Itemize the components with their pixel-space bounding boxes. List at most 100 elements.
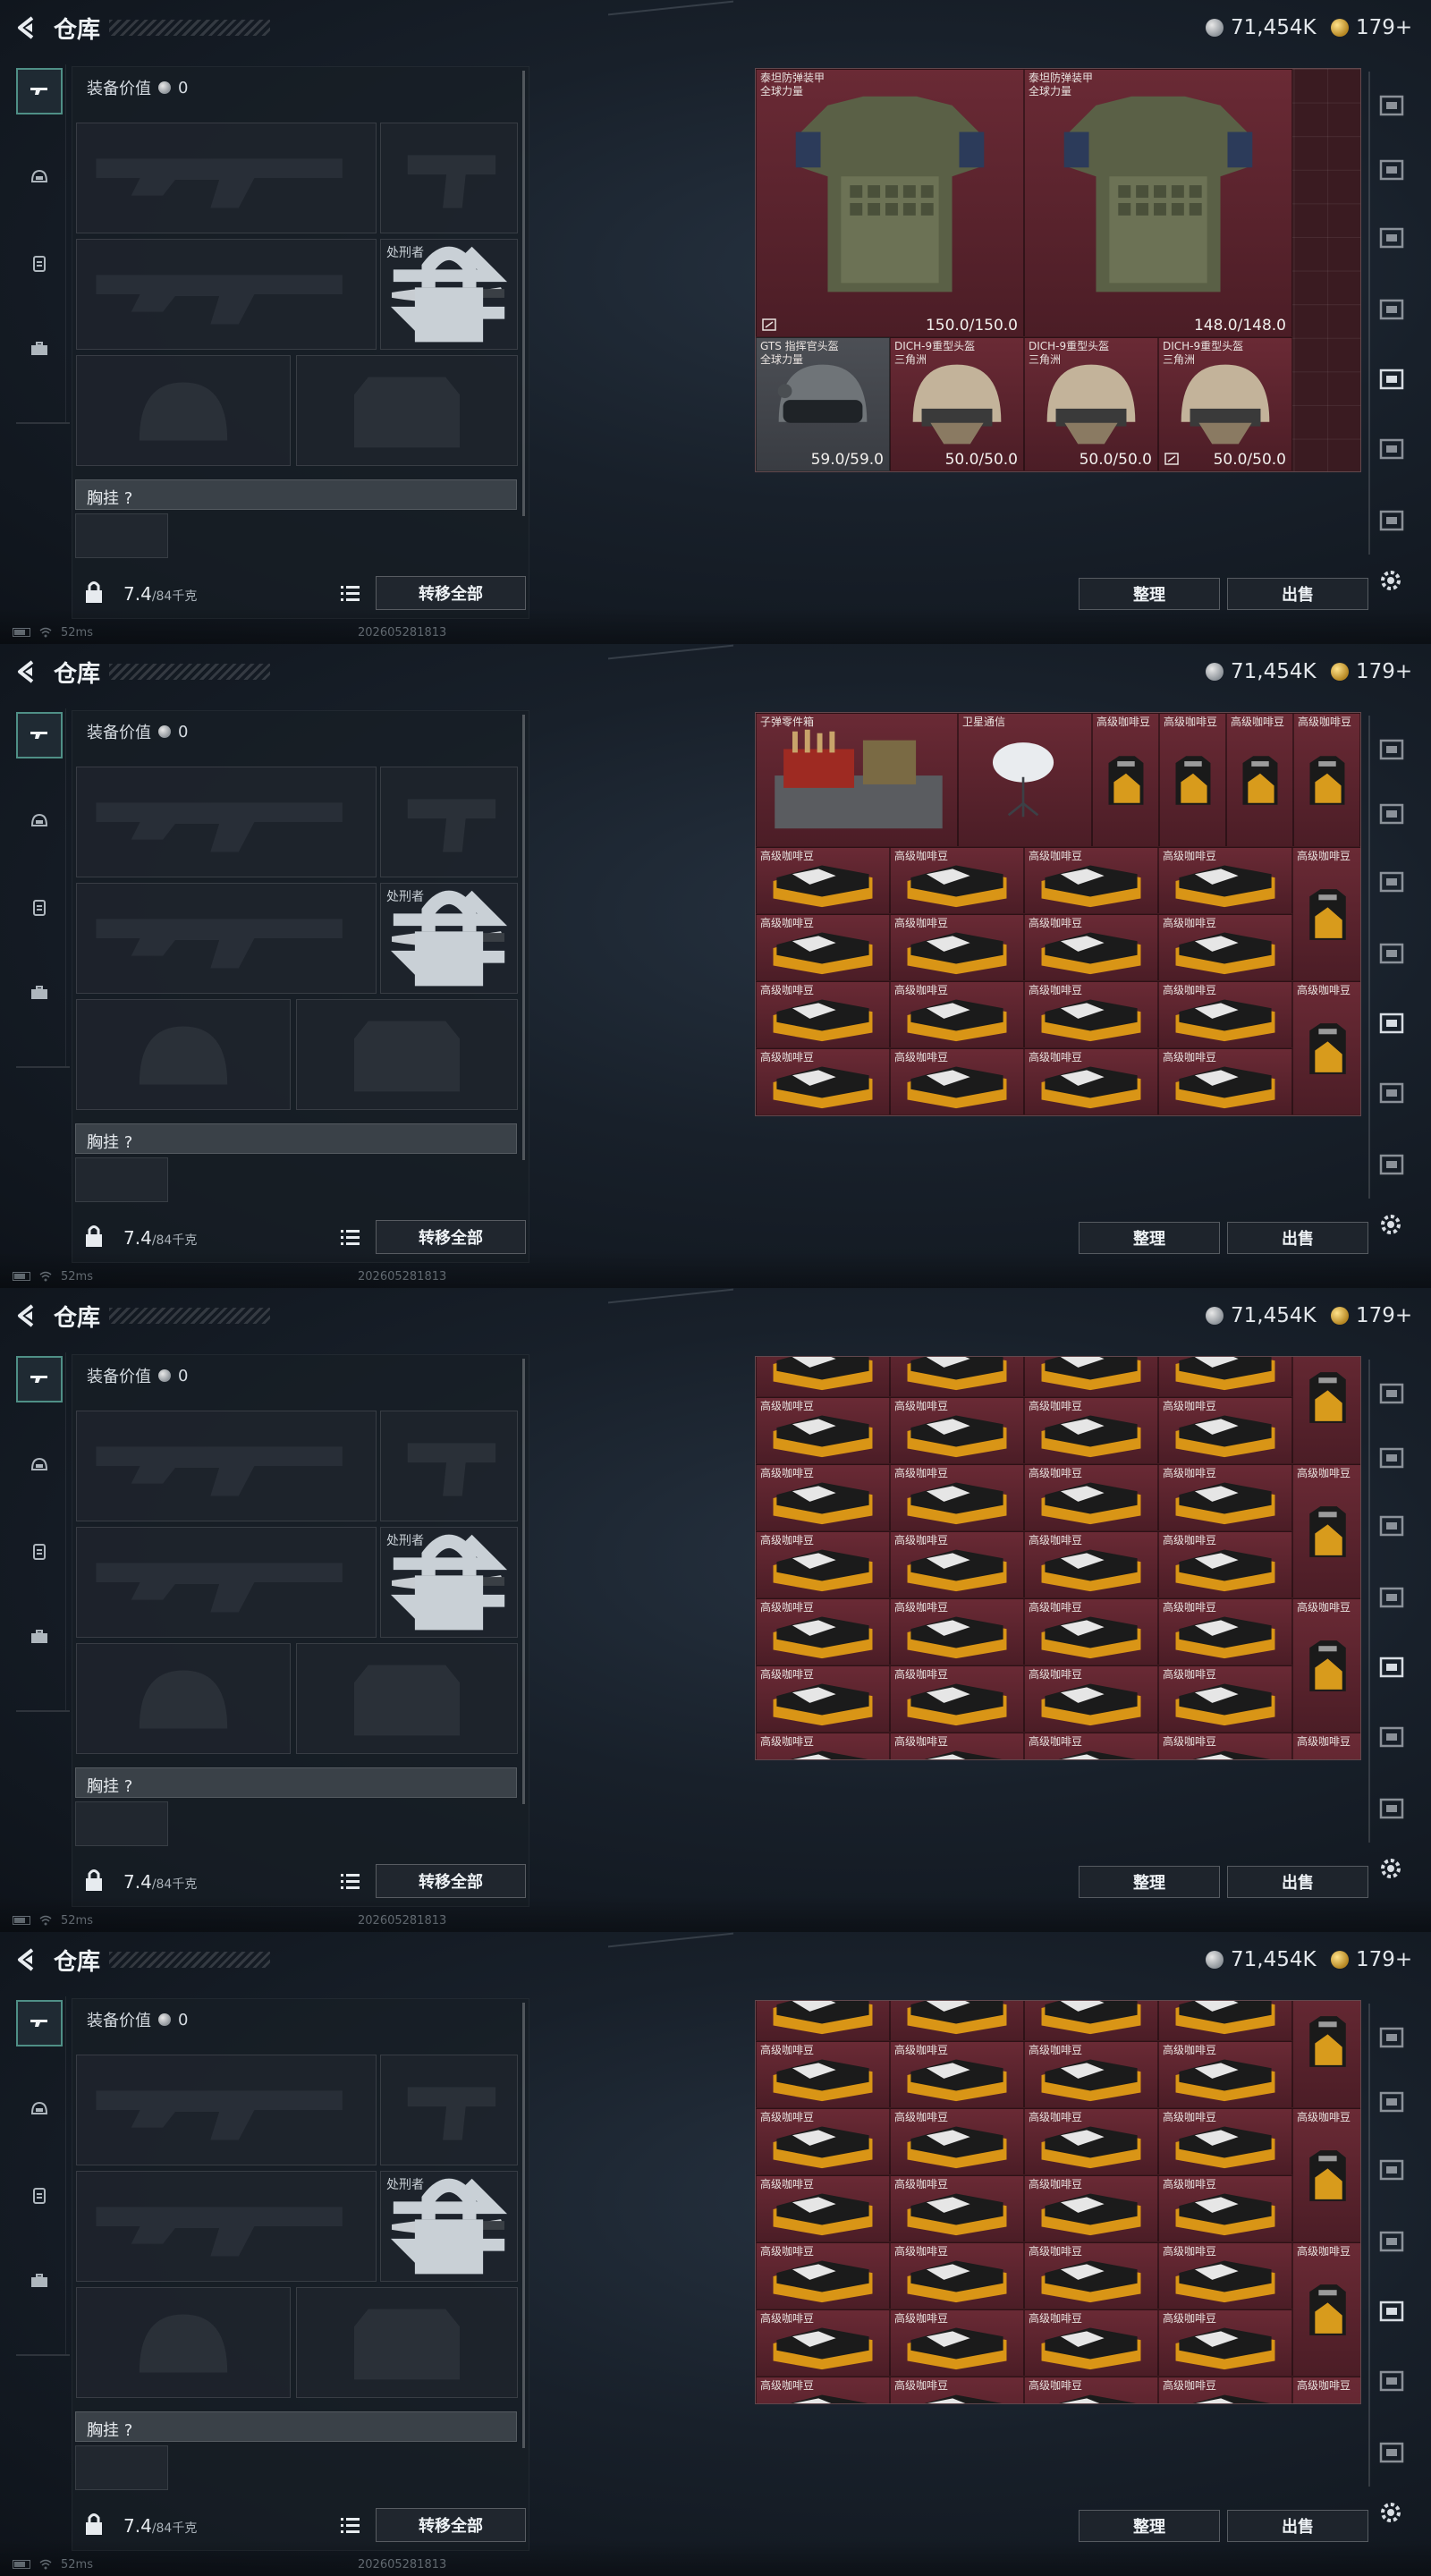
sort-button[interactable]: 整理 xyxy=(1079,1222,1220,1254)
storage-item[interactable]: 高级咖啡豆 xyxy=(890,1733,1024,1759)
storage-item[interactable]: 高级咖啡豆 xyxy=(1024,1464,1158,1531)
equipment-scrollbar[interactable] xyxy=(522,71,525,516)
storage-item[interactable]: 高级咖啡豆 xyxy=(1158,2041,1292,2108)
storage-item[interactable]: 高级咖啡豆 xyxy=(756,2108,890,2175)
sidearm-slot[interactable] xyxy=(380,2055,518,2165)
primary-weapon-slot[interactable] xyxy=(76,2055,377,2165)
helmet-slot[interactable] xyxy=(76,2287,291,2398)
list-icon[interactable] xyxy=(340,1227,361,1247)
tab-rig[interactable] xyxy=(16,240,63,286)
storage-item[interactable]: 高级咖啡豆 xyxy=(1158,1115,1292,1116)
storage-item[interactable]: 泰坦防弹装甲 全球力量 148.0/148.0 xyxy=(1024,69,1292,337)
storage-category-icon[interactable] xyxy=(1376,89,1408,122)
storage-category-icon[interactable] xyxy=(1376,2365,1408,2397)
storage-item[interactable] xyxy=(1024,2001,1158,2041)
tab-rig[interactable] xyxy=(16,884,63,930)
primary-weapon-slot[interactable] xyxy=(76,123,377,233)
storage-category-icon[interactable] xyxy=(1376,1792,1408,1825)
storage-category-icon[interactable] xyxy=(1376,1148,1408,1181)
storage-item[interactable]: 高级咖啡豆 xyxy=(1226,713,1293,847)
storage-item[interactable]: 高级咖啡豆 xyxy=(890,981,1024,1048)
armor-slot[interactable] xyxy=(296,999,518,1110)
storage-category-icon[interactable] xyxy=(1376,937,1408,970)
helmet-slot[interactable] xyxy=(76,1643,291,1754)
list-icon[interactable] xyxy=(340,2515,361,2535)
secondary-weapon-slot[interactable] xyxy=(76,2171,377,2282)
storage-item[interactable]: 高级咖啡豆 xyxy=(1024,1531,1158,1598)
storage-item[interactable]: DICH-9重型头盔 三角洲 50.0/50.0 xyxy=(890,337,1024,471)
sort-button[interactable]: 整理 xyxy=(1079,2510,1220,2542)
storage-category-icon[interactable] xyxy=(1376,1581,1408,1614)
gear-icon[interactable] xyxy=(1377,1211,1404,1238)
storage-item[interactable]: 高级咖啡豆 xyxy=(756,1531,890,1598)
storage-category-icon[interactable] xyxy=(1376,2295,1408,2327)
storage-item[interactable]: 高级咖啡豆 xyxy=(756,1048,890,1115)
storage-item[interactable]: 高级咖啡豆 xyxy=(756,847,890,914)
sell-button[interactable]: 出售 xyxy=(1227,1222,1368,1254)
storage-item[interactable]: 高级咖啡豆 xyxy=(1158,1733,1292,1759)
storage-item[interactable] xyxy=(1292,2001,1360,2108)
tab-armor[interactable] xyxy=(16,2086,63,2132)
storage-item[interactable]: 高级咖啡豆 xyxy=(890,1531,1024,1598)
sort-button[interactable]: 整理 xyxy=(1079,1866,1220,1898)
armor-slot[interactable] xyxy=(296,1643,518,1754)
storage-item[interactable]: 高级咖啡豆 xyxy=(1024,1598,1158,1665)
equipment-scrollbar[interactable] xyxy=(522,715,525,1160)
storage-category-icon[interactable] xyxy=(1376,222,1408,254)
storage-category-icon[interactable] xyxy=(1376,866,1408,898)
secondary-weapon-slot[interactable] xyxy=(76,239,377,350)
storage-item[interactable]: 高级咖啡豆 xyxy=(890,2041,1024,2108)
storage-item[interactable] xyxy=(756,2001,890,2041)
gear-icon[interactable] xyxy=(1377,2499,1404,2526)
storage-item[interactable]: 高级咖啡豆 xyxy=(756,1115,890,1116)
storage-grid[interactable]: 泰坦防弹装甲 全球力量 150.0/150.0 泰坦防弹装甲 全球力量 148.0/148… xyxy=(755,68,1361,472)
storage-item[interactable]: 高级咖啡豆 xyxy=(1158,847,1292,914)
gear-icon[interactable] xyxy=(1377,567,1404,594)
sell-button[interactable]: 出售 xyxy=(1227,1866,1368,1898)
storage-item[interactable]: 高级咖啡豆 xyxy=(890,847,1024,914)
chest-rig-header[interactable]: 胸挂 ? xyxy=(75,479,517,510)
storage-category-icon[interactable] xyxy=(1376,293,1408,326)
storage-category-icon[interactable] xyxy=(1376,433,1408,465)
storage-item[interactable]: 高级咖啡豆 xyxy=(1292,981,1360,1115)
storage-category-icon[interactable] xyxy=(1376,504,1408,537)
tab-weapons[interactable] xyxy=(16,68,63,114)
sidearm-slot[interactable] xyxy=(380,123,518,233)
storage-item[interactable] xyxy=(890,1357,1024,1397)
storage-item[interactable]: 高级咖啡豆 xyxy=(1024,2041,1158,2108)
storage-category-icon[interactable] xyxy=(1376,363,1408,395)
primary-weapon-slot[interactable] xyxy=(76,1411,377,1521)
storage-category-icon[interactable] xyxy=(1376,1651,1408,1683)
helmet-slot[interactable] xyxy=(76,355,291,466)
tab-armor[interactable] xyxy=(16,154,63,200)
storage-item[interactable]: 高级咖啡豆 xyxy=(1024,1665,1158,1733)
melee-slot[interactable]: 处刑者 xyxy=(380,1527,518,1638)
storage-category-icon[interactable] xyxy=(1376,1510,1408,1542)
storage-category-icon[interactable] xyxy=(1376,2021,1408,2054)
storage-item[interactable]: 高级咖啡豆 xyxy=(890,914,1024,981)
back-icon[interactable] xyxy=(13,658,39,685)
list-icon[interactable] xyxy=(340,583,361,603)
gold-currency[interactable]: 179+ xyxy=(1331,14,1412,41)
transfer-all-button[interactable]: 转移全部 xyxy=(376,1220,526,1254)
storage-item[interactable]: 高级咖啡豆 xyxy=(1292,2108,1360,2242)
tab-case[interactable] xyxy=(16,2258,63,2304)
chest-rig-header[interactable]: 胸挂 ? xyxy=(75,1767,517,1798)
storage-item[interactable]: 高级咖啡豆 xyxy=(1292,2242,1360,2377)
gear-icon[interactable] xyxy=(1377,1855,1404,1882)
helmet-slot[interactable] xyxy=(76,999,291,1110)
sell-button[interactable]: 出售 xyxy=(1227,2510,1368,2542)
storage-item[interactable]: 高级咖啡豆 xyxy=(1024,1115,1158,1116)
chest-rig-header[interactable]: 胸挂 ? xyxy=(75,1123,517,1154)
storage-category-icon[interactable] xyxy=(1376,1077,1408,1109)
storage-grid[interactable]: 高级咖啡豆 高级咖啡豆 高级咖啡豆 高级咖啡豆 高级咖啡豆 高级咖啡豆 高级咖啡豆 高级咖啡豆… xyxy=(755,2000,1361,2404)
list-icon[interactable] xyxy=(340,1871,361,1891)
back-icon[interactable] xyxy=(13,14,39,41)
storage-item[interactable]: 高级咖啡豆 xyxy=(890,1665,1024,1733)
storage-item[interactable]: 高级咖啡豆 xyxy=(1293,713,1360,847)
storage-item[interactable]: 高级咖啡豆 xyxy=(1024,2377,1158,2403)
tab-case[interactable] xyxy=(16,1614,63,1660)
storage-item[interactable]: 高级咖啡豆 xyxy=(1292,1598,1360,1733)
storage-item[interactable]: 高级咖啡豆 xyxy=(1292,1464,1360,1598)
tab-weapons[interactable] xyxy=(16,1356,63,1402)
